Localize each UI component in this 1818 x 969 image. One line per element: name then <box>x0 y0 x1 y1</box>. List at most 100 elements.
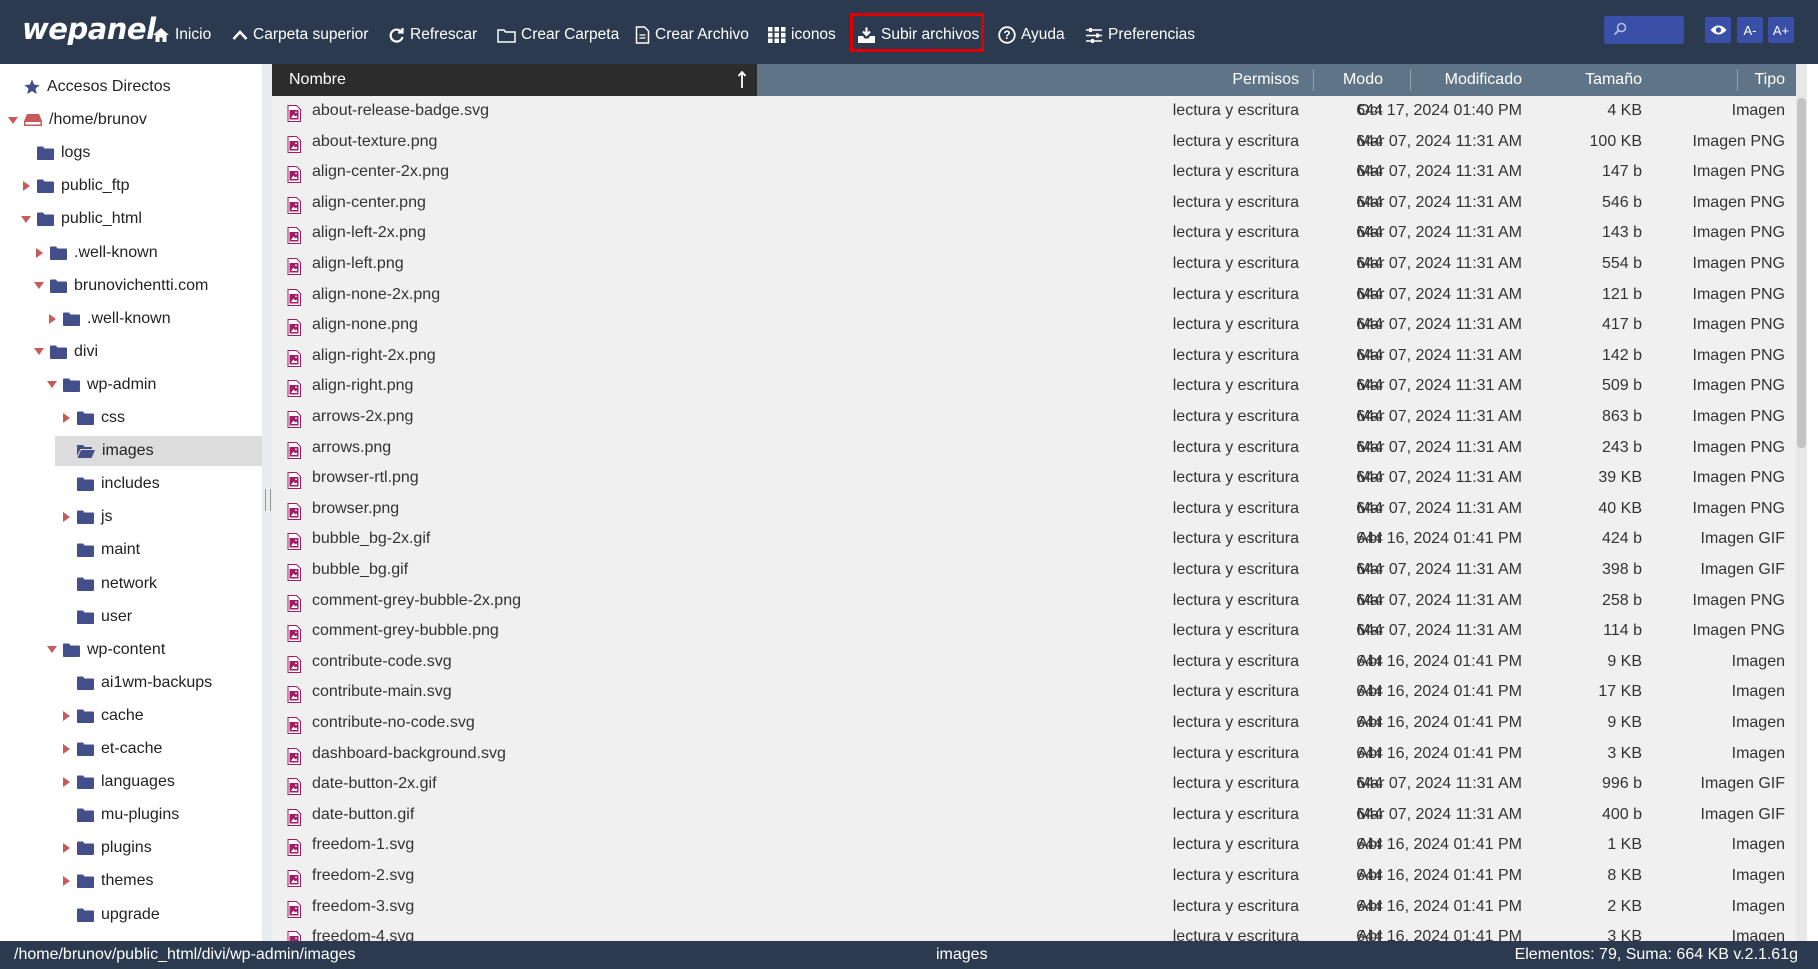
tree-item[interactable]: /home/brunov <box>0 105 262 135</box>
column-size-header[interactable]: Tamaño <box>1585 64 1642 96</box>
tree-item[interactable]: cache <box>0 701 262 731</box>
refresh-button[interactable]: Refrescar <box>388 22 477 48</box>
table-row[interactable]: align-left.png lectura y escritura 644 Mar … <box>272 249 1807 279</box>
caret-right-icon[interactable] <box>59 710 73 721</box>
cell-size: 2 KB <box>1607 897 1642 915</box>
caret-right-icon[interactable] <box>19 181 33 192</box>
caret-down-icon[interactable] <box>45 381 59 389</box>
table-row[interactable]: align-left-2x.png lectura y escritura 644 M… <box>272 218 1807 248</box>
tree-item[interactable]: divi <box>0 337 262 367</box>
caret-right-icon[interactable] <box>59 777 73 788</box>
caret-down-icon[interactable] <box>32 348 46 356</box>
tree-item[interactable]: .well-known <box>0 238 262 268</box>
tree-item[interactable]: upgrade <box>0 900 262 930</box>
table-row[interactable]: about-texture.png lectura y escritura 644 M… <box>272 127 1807 157</box>
view-toggle-button[interactable] <box>1705 17 1731 43</box>
tree-item[interactable]: includes <box>0 469 262 499</box>
table-row[interactable]: freedom-4.svg lectura y escritura 644 Abr 1… <box>272 922 1807 941</box>
preferences-button[interactable]: Preferencias <box>1085 22 1195 48</box>
table-row[interactable]: freedom-3.svg lectura y escritura 644 Abr 1… <box>272 892 1807 922</box>
tree-item[interactable]: brunovichentti.com <box>0 271 262 301</box>
caret-right-icon[interactable] <box>59 512 73 523</box>
create-folder-button[interactable]: Crear Carpeta <box>497 22 619 48</box>
tree-item[interactable]: plugins <box>0 833 262 863</box>
caret-right-icon[interactable] <box>59 843 73 854</box>
tree-item-label: user <box>101 607 133 625</box>
table-row[interactable]: bubble_bg-2x.gif lectura y escritura 644 Ab… <box>272 524 1807 554</box>
tree-item[interactable]: wp-content <box>0 635 262 665</box>
tree-item[interactable]: js <box>0 502 262 532</box>
folder-tree: Accesos Directos/home/brunov logs public_f… <box>0 64 263 941</box>
caret-down-icon[interactable] <box>45 646 59 654</box>
tree-item[interactable]: logs <box>0 138 262 168</box>
tree-item[interactable]: mu-plugins <box>0 800 262 830</box>
tree-item[interactable]: Accesos Directos <box>0 72 262 102</box>
upload-files-button[interactable]: Subir archivos <box>857 22 979 48</box>
caret-right-icon[interactable] <box>59 744 73 754</box>
caret-down-icon[interactable] <box>6 116 20 124</box>
table-row[interactable]: browser.png lectura y escritura 644 Mar 07,… <box>272 494 1807 524</box>
table-row[interactable]: align-center-2x.png lectura y escritura 64… <box>272 157 1807 187</box>
table-row[interactable]: contribute-no-code.svg lectura y escritur… <box>272 708 1807 738</box>
tree-item[interactable]: .well-known <box>0 304 262 334</box>
table-row[interactable]: dashboard-background.svg lectura y escrit… <box>272 739 1807 769</box>
tree-item[interactable]: network <box>0 569 262 599</box>
cell-name: align-center-2x.png <box>312 163 449 181</box>
caret-down-icon[interactable] <box>19 215 33 223</box>
column-name-header[interactable]: Nombre <box>272 64 757 96</box>
column-mode-header[interactable]: Modo <box>1343 64 1383 96</box>
table-row[interactable]: comment-grey-bubble.png lectura y escritu… <box>272 616 1807 646</box>
table-row[interactable]: freedom-1.svg lectura y escritura 644 Abr 1… <box>272 830 1807 860</box>
table-row[interactable]: arrows-2x.png lectura y escritura 644 Mar 0… <box>272 402 1807 432</box>
table-row[interactable]: contribute-main.svg lectura y escritura 64… <box>272 677 1807 707</box>
tree-item[interactable]: themes <box>0 866 262 896</box>
table-row[interactable]: align-right.png lectura y escritura 644 Mar… <box>272 371 1807 401</box>
table-row[interactable]: browser-rtl.png lectura y escritura 644 Mar… <box>272 463 1807 493</box>
table-row[interactable]: align-none-2x.png lectura y escritura 644 M… <box>272 280 1807 310</box>
icons-view-button[interactable]: iconos <box>768 22 836 48</box>
cell-perms: lectura y escritura <box>1172 561 1299 578</box>
tree-item[interactable]: user <box>0 602 262 632</box>
caret-right-icon[interactable] <box>32 247 46 258</box>
cell-name: freedom-1.svg <box>312 836 415 854</box>
table-row[interactable]: align-center.png lectura y escritura 644 Ma… <box>272 188 1807 218</box>
tree-item[interactable]: et-cache <box>0 734 262 764</box>
caret-down-icon[interactable] <box>32 282 46 290</box>
help-button[interactable]: ? Ayuda <box>998 22 1065 48</box>
font-increase-button[interactable]: A+ <box>1768 17 1794 43</box>
folder-icon <box>50 279 67 293</box>
home-button[interactable]: Inicio <box>152 22 211 48</box>
tree-item[interactable]: languages <box>0 767 262 797</box>
scrollbar-thumb[interactable] <box>1797 98 1806 448</box>
caret-right-icon[interactable] <box>59 413 73 423</box>
font-decrease-button[interactable]: A- <box>1737 17 1763 43</box>
table-row[interactable]: contribute-code.svg lectura y escritura 64… <box>272 647 1807 677</box>
search-box[interactable] <box>1604 16 1684 44</box>
table-row[interactable]: date-button-2x.gif lectura y escritura 644… <box>272 769 1807 799</box>
table-row[interactable]: align-none.png lectura y escritura 644 Mar … <box>272 310 1807 340</box>
create-file-button[interactable]: Crear Archivo <box>635 22 749 48</box>
column-type-header[interactable]: Tipo <box>1754 64 1785 96</box>
tree-item[interactable]: maint <box>0 535 262 565</box>
table-row[interactable]: arrows.png lectura y escritura 644 Mar 07, … <box>272 433 1807 463</box>
tree-item[interactable]: ai1wm-backups <box>0 668 262 698</box>
tree-item[interactable]: public_html <box>0 204 262 234</box>
help-button-label: Ayuda <box>1021 26 1065 43</box>
caret-right-icon[interactable] <box>45 313 59 324</box>
table-row[interactable]: about-release-badge.svg lectura y escritu… <box>272 96 1807 126</box>
tree-item[interactable]: css <box>0 403 262 433</box>
tree-item[interactable]: public_ftp <box>0 171 262 201</box>
table-row[interactable]: bubble_bg.gif lectura y escritura 644 Mar 0… <box>272 555 1807 585</box>
column-modified-header[interactable]: Modificado <box>1445 64 1522 96</box>
table-row[interactable]: align-right-2x.png lectura y escritura 644… <box>272 341 1807 371</box>
tree-item[interactable]: wp-admin <box>0 370 262 400</box>
table-row[interactable]: date-button.gif lectura y escritura 644 Mar… <box>272 800 1807 830</box>
vertical-scrollbar[interactable] <box>1796 64 1807 941</box>
column-perms-header[interactable]: Permisos <box>1232 64 1299 96</box>
sidebar-resize-handle[interactable] <box>262 64 272 941</box>
caret-right-icon[interactable] <box>59 876 73 887</box>
table-row[interactable]: freedom-2.svg lectura y escritura 644 Abr 1… <box>272 861 1807 891</box>
parent-folder-button[interactable]: Carpeta superior <box>232 22 368 48</box>
table-row[interactable]: comment-grey-bubble-2x.png lectura y escr… <box>272 586 1807 616</box>
tree-item[interactable]: images <box>55 436 262 467</box>
